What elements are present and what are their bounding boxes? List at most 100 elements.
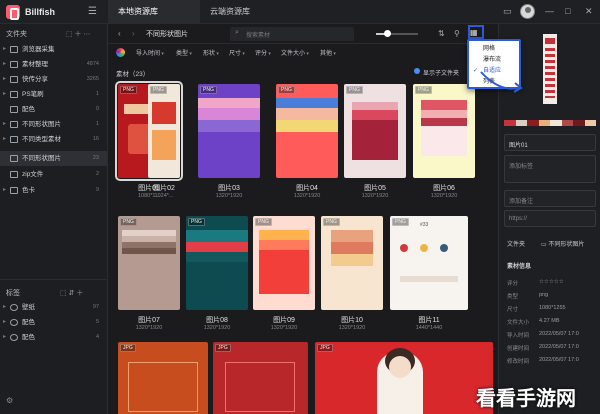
watermark: 看看手游网 xyxy=(476,388,576,410)
asset-name: 图片03 xyxy=(218,185,240,192)
search-input[interactable]: ⌕ 搜索素材 xyxy=(230,27,354,41)
filter-shape[interactable]: 形状 xyxy=(203,48,219,57)
filter-type[interactable]: 类型 xyxy=(176,48,192,57)
menu-item-grid[interactable]: 网格 xyxy=(469,44,519,54)
info-value: png xyxy=(539,292,549,298)
sidebar-item-color[interactable]: 配色 0 xyxy=(0,102,107,117)
tab-cloud-library[interactable]: 云端资源库 xyxy=(200,0,290,24)
info-title: 素材信息 xyxy=(507,264,532,270)
asset-name: 图片11 xyxy=(418,317,440,324)
file-type-badge: PNG xyxy=(392,218,409,226)
sidebar-item-types[interactable]: ▸ 不同类型素材 16 xyxy=(0,132,107,147)
zoom-slider[interactable] xyxy=(376,30,418,37)
note-input[interactable]: 添加备注 xyxy=(504,190,596,207)
asset-size: 1320*1920 xyxy=(430,193,458,199)
tab-local-library[interactable]: 本地资源库 xyxy=(108,0,200,24)
asset-thumbnail: PNG xyxy=(253,216,315,310)
file-type-badge: PNG xyxy=(200,86,217,94)
tag-item[interactable]: ▸ 配色 5 xyxy=(0,315,107,330)
palette-swatch[interactable] xyxy=(561,120,573,126)
name-field[interactable]: 图片01 xyxy=(504,134,596,151)
title-bar: Billfish ☰ 本地资源库 云端资源库 ▭ — □ ✕ xyxy=(0,0,600,24)
folder-icon xyxy=(10,76,18,83)
filter-import-time[interactable]: 导入时间 xyxy=(136,48,164,57)
palette-swatch[interactable] xyxy=(515,120,527,126)
filter-size[interactable]: 尺寸 xyxy=(229,48,245,57)
sidebar-item-ps-brush[interactable]: ▸ PS笔刷 1 xyxy=(0,87,107,102)
sidebar-item-label: zip文件 xyxy=(22,171,44,178)
folder-label: 文件夹 xyxy=(507,242,526,248)
filter-rating[interactable]: 评分 xyxy=(255,48,271,57)
color-filter-icon[interactable] xyxy=(116,48,125,57)
file-type-badge: PNG xyxy=(120,218,137,226)
asset-name: 图片10 xyxy=(341,317,363,324)
forward-icon[interactable]: › xyxy=(132,29,135,38)
folder-value-text: 不同形状图片 xyxy=(548,242,585,248)
maximize-icon[interactable]: □ xyxy=(565,6,570,16)
palette-swatch[interactable] xyxy=(584,120,596,126)
filter-file-size[interactable]: 文件大小 xyxy=(281,48,309,57)
zoom-slider-handle[interactable] xyxy=(384,30,391,37)
asset-name: 图片08 xyxy=(206,317,228,324)
sidebar-item-browser-collect[interactable]: ▸ 浏览器采集 xyxy=(0,42,107,57)
tag-icon xyxy=(10,304,18,311)
folder-icon xyxy=(10,171,18,178)
toolbar: ‹ › 不同形状图片 ⌕ 搜索素材 ⇅ ⚲ ▦ xyxy=(108,24,498,44)
file-type-badge: PNG xyxy=(188,218,205,226)
color-palette[interactable] xyxy=(504,120,596,126)
asset-thumbnail: PNG xyxy=(118,216,180,310)
info-key: 修改时间 xyxy=(507,359,530,365)
notification-icon[interactable]: ▭ xyxy=(503,6,512,17)
palette-swatch[interactable] xyxy=(527,120,539,126)
asset-size: 1320*1920 xyxy=(361,193,389,199)
tag-item[interactable]: ▸ 配色 4 xyxy=(0,330,107,345)
file-type-badge: PNG xyxy=(323,218,340,226)
folder-icon: ▭ xyxy=(541,242,547,248)
info-key: 类型 xyxy=(507,294,519,300)
palette-swatch[interactable] xyxy=(504,120,516,126)
back-icon[interactable]: ‹ xyxy=(118,29,121,38)
menu-item-waterfall[interactable]: 瀑布流 xyxy=(469,55,519,65)
sidebar-item-shapes-a[interactable]: ▸ 不同形状图片 1 xyxy=(0,117,107,132)
palette-swatch[interactable] xyxy=(573,120,585,126)
palette-swatch[interactable] xyxy=(538,120,550,126)
sidebar-item-label: 快传分享 xyxy=(22,76,48,83)
palette-swatch[interactable] xyxy=(550,120,562,126)
avatar[interactable] xyxy=(520,4,535,19)
rating-stars[interactable]: ☆☆☆☆☆ xyxy=(539,279,564,285)
info-value: 2022/05/07 17:0 xyxy=(539,344,579,350)
filter-icon[interactable]: ⚲ xyxy=(454,29,460,38)
tag-tools[interactable]: ⬚ ⇵ ＋ xyxy=(60,288,83,298)
folder-tools[interactable]: ⬚ ＋ ⋯ xyxy=(66,29,91,39)
sort-icon[interactable]: ⇅ xyxy=(438,29,445,38)
sidebar-item-zip[interactable]: zip文件 2 xyxy=(0,167,107,182)
sidebar-item-label: 素材整理 xyxy=(22,61,48,68)
url-input[interactable]: https:// xyxy=(504,210,596,227)
settings-icon[interactable]: ⚙ xyxy=(6,396,13,405)
tag-input[interactable]: 添加标签 xyxy=(504,155,596,183)
caret-icon: ▸ xyxy=(3,334,7,340)
subfolder-checkbox[interactable] xyxy=(414,68,420,74)
file-type-badge: PNG xyxy=(415,86,432,94)
filter-other[interactable]: 其他 xyxy=(320,48,336,57)
tag-item[interactable]: ▸ 壁纸 97 xyxy=(0,300,107,315)
info-key: 尺寸 xyxy=(507,307,519,313)
folder-icon xyxy=(10,121,18,128)
minimize-icon[interactable]: — xyxy=(545,6,554,16)
folder-value[interactable]: ▭ 不同形状图片 xyxy=(541,239,584,248)
asset-grid: PNG 图片01 1080*1... PNG 图片02 1024*... PNG… xyxy=(108,80,498,414)
tag-label: 配色 xyxy=(22,334,35,341)
sidebar-item-quick-share[interactable]: ▸ 快传分享 3265 xyxy=(0,72,107,87)
close-icon[interactable]: ✕ xyxy=(585,6,593,17)
asset-name: 图片04 xyxy=(296,185,318,192)
sidebar-item-shapes-b[interactable]: 不同形状图片 23 xyxy=(0,151,107,166)
asset-thumbnail: PNG xyxy=(186,216,248,310)
sidebar-item-count: 4874 xyxy=(86,61,99,67)
asset-size: 1320*1920 xyxy=(338,325,366,331)
asset-thumbnail: PNG xyxy=(198,84,260,178)
file-type-badge: PNG xyxy=(346,86,363,94)
sidebar-item-material[interactable]: ▸ 素材整理 4874 xyxy=(0,57,107,72)
sidebar-item-label: PS笔刷 xyxy=(22,91,44,98)
menu-icon[interactable]: ☰ xyxy=(88,6,97,17)
sidebar-item-color-card[interactable]: ▸ 色卡 9 xyxy=(0,183,107,198)
